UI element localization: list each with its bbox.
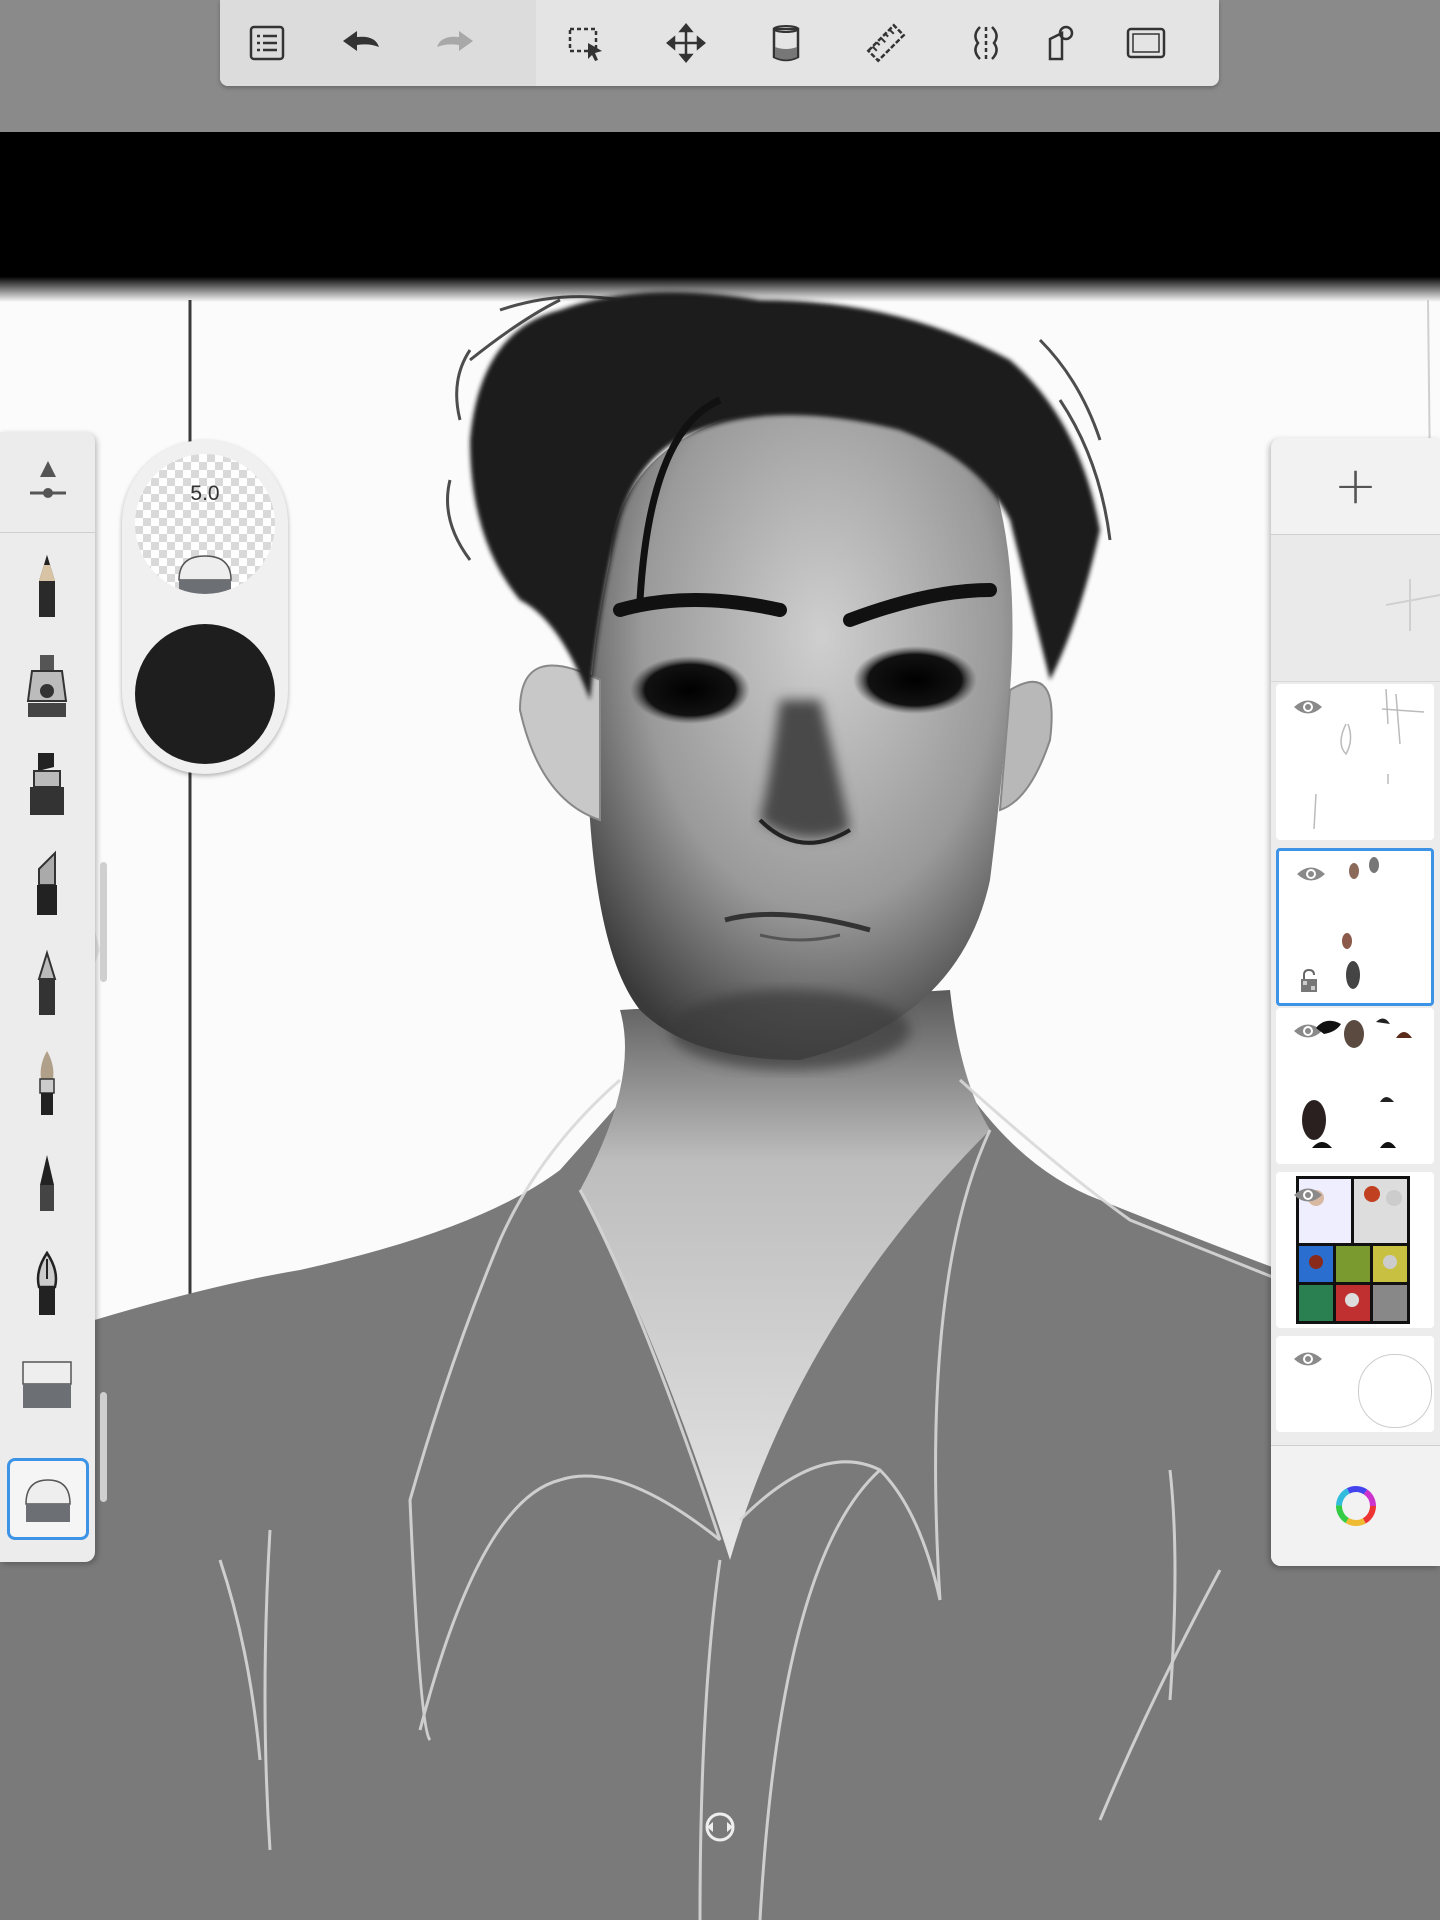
add-layer-button[interactable]: + — [1271, 438, 1440, 535]
brush-list-scrollbar-lower[interactable] — [100, 1392, 107, 1502]
layer-hair-references[interactable] — [1276, 1008, 1434, 1164]
selection-icon[interactable] — [536, 0, 636, 86]
marker-tool-icon[interactable] — [6, 742, 88, 826]
paintbrush-tool-icon[interactable] — [6, 1042, 88, 1126]
layer-background[interactable] — [1276, 1336, 1434, 1432]
soft-eraser-tool-icon[interactable] — [7, 1458, 89, 1540]
symmetry-icon[interactable] — [936, 0, 1036, 86]
brush-library-panel — [0, 432, 107, 1562]
visibility-eye-icon[interactable] — [1292, 1348, 1324, 1370]
layer-faces[interactable] — [1276, 848, 1434, 1006]
ballpoint-pen-tool-icon[interactable] — [6, 942, 88, 1026]
background-color-swatch[interactable] — [1358, 1354, 1432, 1428]
fullscreen-icon[interactable] — [1096, 0, 1196, 86]
brush-properties-icon — [29, 461, 66, 498]
visibility-eye-icon[interactable] — [1292, 1184, 1324, 1206]
eraser-tool-icon[interactable] — [6, 1342, 88, 1426]
color-wheel-button[interactable] — [1271, 1445, 1440, 1566]
layer-color-reference[interactable] — [1276, 1172, 1434, 1328]
soft-eraser-preview-icon — [178, 555, 232, 594]
sketch-mark-icon — [1385, 579, 1440, 631]
redo-icon[interactable] — [408, 0, 502, 86]
ruler-icon[interactable] — [836, 0, 936, 86]
layer-thumbnail — [1313, 688, 1425, 830]
undo-icon[interactable] — [314, 0, 408, 86]
brush-color-swatch[interactable] — [135, 624, 275, 764]
list-icon[interactable] — [220, 0, 314, 86]
layer-thumbnail — [1342, 857, 1379, 989]
brush-size-control[interactable]: 5.0 — [135, 454, 275, 594]
top-toolbar — [220, 0, 1219, 86]
chisel-tool-icon[interactable] — [6, 842, 88, 926]
layer-sketch-lines[interactable] — [1276, 684, 1434, 840]
color-wheel-icon — [1335, 1486, 1376, 1526]
brush-size-label: 5.0 — [190, 482, 220, 505]
toolbar-right-group — [536, 0, 1219, 86]
add-layer-label: + — [1333, 456, 1378, 516]
fountain-pen-tool-icon[interactable] — [6, 1242, 88, 1326]
layers-panel: + — [1271, 438, 1440, 1566]
airbrush-tool-icon[interactable] — [6, 644, 88, 728]
lock-icon[interactable] — [1299, 969, 1319, 993]
brush-list-scrollbar[interactable] — [100, 862, 107, 982]
pencil-tool-icon[interactable] — [6, 544, 88, 628]
brush-properties-button[interactable] — [0, 432, 95, 533]
perspective-icon[interactable] — [1036, 0, 1096, 86]
layer-thumbnail — [1302, 1018, 1412, 1148]
rotate-canvas-icon[interactable] — [703, 1810, 737, 1844]
drawing-canvas[interactable] — [0, 0, 1440, 1920]
ink-pen-tool-icon[interactable] — [6, 1142, 88, 1226]
brush-puck[interactable]: 5.0 — [122, 440, 288, 774]
layer-placeholder — [1271, 535, 1440, 682]
transform-icon[interactable] — [636, 0, 736, 86]
fill-icon[interactable] — [736, 0, 836, 86]
toolbar-left-group — [220, 0, 536, 86]
